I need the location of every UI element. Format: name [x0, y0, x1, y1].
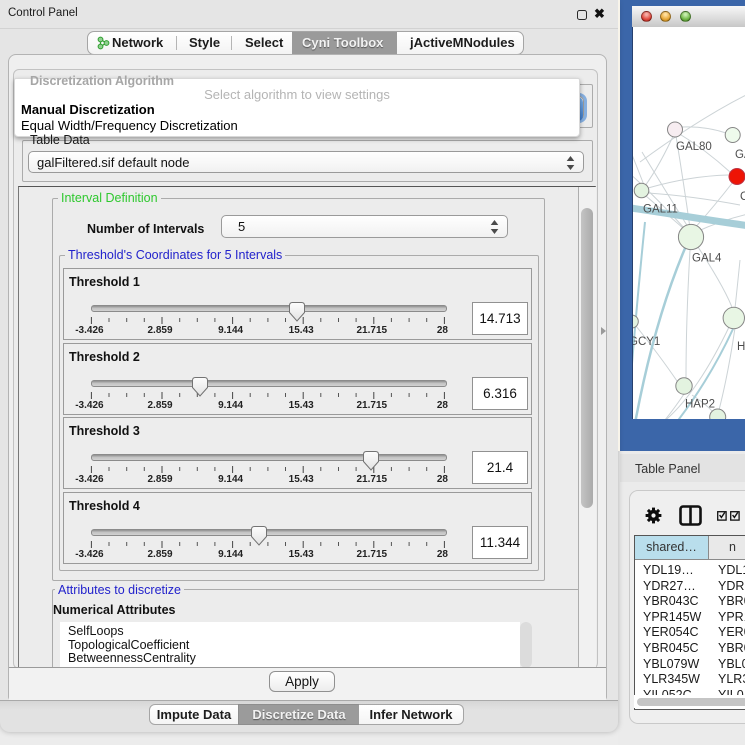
svg-text:GA: GA — [735, 149, 745, 161]
svg-text:H: H — [737, 341, 745, 353]
svg-text:C: C — [740, 191, 745, 203]
svg-text:HAP2: HAP2 — [685, 399, 715, 411]
svg-text:GAL11: GAL11 — [643, 204, 678, 216]
svg-text:GCY1: GCY1 — [633, 336, 660, 348]
svg-text:GAL4: GAL4 — [692, 253, 722, 265]
svg-text:GAL80: GAL80 — [676, 141, 712, 153]
